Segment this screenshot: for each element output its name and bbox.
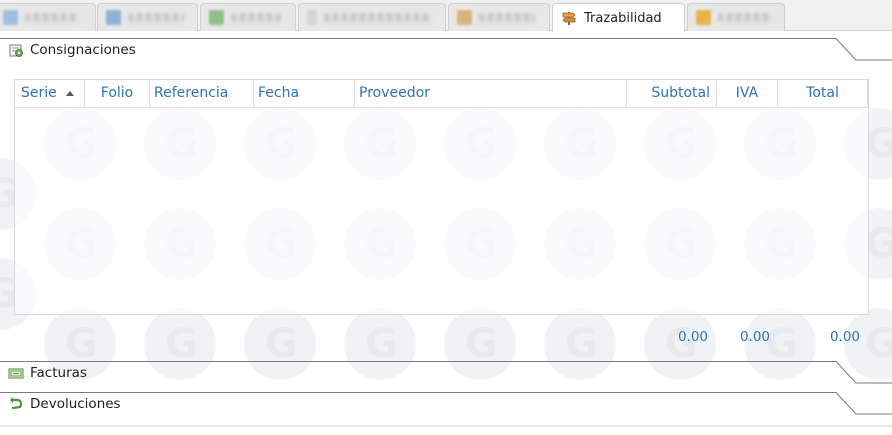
- blurred-icon: [106, 10, 121, 25]
- column-header-subtotal[interactable]: Subtotal: [627, 80, 717, 108]
- section-devoluciones[interactable]: Devoluciones: [5, 391, 875, 417]
- consignaciones-grid: Serie Folio Referencia Fecha Proveedor S…: [14, 79, 869, 315]
- tab-3[interactable]: [200, 3, 296, 31]
- gear-document-icon: [8, 42, 24, 58]
- blurred-icon: [307, 10, 317, 25]
- tab-trazabilidad[interactable]: Trazabilidad: [552, 3, 685, 32]
- tab-label: Trazabilidad: [584, 10, 662, 26]
- column-header-iva[interactable]: IVA: [717, 80, 778, 108]
- column-header-fecha[interactable]: Fecha: [254, 80, 355, 108]
- column-header-referencia[interactable]: Referencia: [150, 80, 254, 108]
- tab-bar: Trazabilidad: [0, 0, 892, 32]
- sort-ascending-icon: [66, 91, 74, 96]
- tab-label-blurred: [718, 13, 772, 22]
- blurred-icon: [696, 10, 711, 25]
- grand-total-value: 0.00: [829, 329, 860, 345]
- tab-1[interactable]: [0, 3, 96, 31]
- tab-label-blurred: [324, 13, 432, 22]
- blurred-icon: [3, 10, 18, 25]
- return-arrow-icon: [8, 396, 24, 412]
- tab-7[interactable]: [687, 3, 785, 31]
- tab-label-blurred: [479, 13, 535, 22]
- signpost-icon: [561, 10, 577, 26]
- blurred-icon: [209, 10, 224, 25]
- tab-label-blurred: [128, 13, 184, 22]
- iva-total-value: 0.00: [739, 329, 770, 345]
- tab-2[interactable]: [97, 3, 198, 31]
- tab-4[interactable]: [298, 3, 446, 31]
- column-header-total[interactable]: Total: [778, 80, 868, 108]
- tab-label-blurred: [231, 13, 281, 22]
- tab-5[interactable]: [448, 3, 550, 31]
- tab-label-blurred: [25, 13, 77, 22]
- subtotal-total-value: 0.00: [677, 329, 708, 345]
- blurred-icon: [457, 10, 472, 25]
- column-header-serie[interactable]: Serie: [15, 80, 85, 108]
- invoice-icon: [8, 365, 24, 381]
- section-title: Facturas: [30, 365, 87, 381]
- section-facturas[interactable]: Facturas: [5, 360, 875, 386]
- column-header-proveedor[interactable]: Proveedor: [355, 80, 627, 108]
- section-title: Devoluciones: [30, 396, 121, 412]
- column-header-folio[interactable]: Folio: [85, 80, 150, 108]
- section-consignaciones[interactable]: Consignaciones: [5, 37, 875, 63]
- section-title: Consignaciones: [30, 42, 136, 58]
- grid-header: Serie Folio Referencia Fecha Proveedor S…: [15, 80, 868, 108]
- grid-body-empty: [15, 108, 868, 314]
